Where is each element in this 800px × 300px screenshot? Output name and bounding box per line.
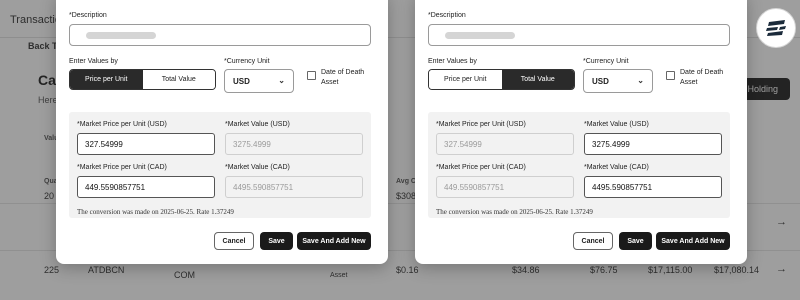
add-holding-modal-price-per-unit: *Description Enter Values by Price per U… [56,0,388,264]
values-panel: *Market Price per Unit (USD) 327.54999 *… [428,112,730,218]
mode-price-per-unit-button[interactable]: Price per Unit [429,70,502,89]
description-label: *Description [428,12,466,19]
description-input[interactable] [428,24,730,46]
cancel-button[interactable]: Cancel [214,232,254,250]
chevron-down-icon: ⌄ [278,76,285,85]
description-label: *Description [69,12,107,19]
mv-cad-label: *Market Value (CAD) [584,164,649,171]
mv-cad-input[interactable]: 4495.590857751 [584,176,722,198]
mpu-usd-label: *Market Price per Unit (USD) [77,121,167,128]
date-of-death-label: Date of Death Asset [321,69,365,86]
mpu-cad-input[interactable]: 449.5590857751 [77,176,215,198]
mpu-usd-label: *Market Price per Unit (USD) [436,121,526,128]
description-input[interactable] [69,24,371,46]
date-of-death-checkbox[interactable] [666,71,675,80]
mv-cad-label: *Market Value (CAD) [225,164,290,171]
save-and-add-new-button[interactable]: Save And Add New [297,232,371,250]
mpu-usd-input: 327.54999 [436,133,574,155]
save-and-add-new-button[interactable]: Save And Add New [656,232,730,250]
mv-usd-input[interactable]: 3275.4999 [584,133,722,155]
enter-values-label: Enter Values by [428,58,477,65]
redacted-text [86,32,156,39]
enter-values-label: Enter Values by [69,58,118,65]
conversion-note: The conversion was made on 2025-06-25. R… [77,208,234,216]
currency-value: USD [233,77,250,86]
mv-usd-label: *Market Value (USD) [584,121,649,128]
chevron-down-icon: ⌄ [637,76,644,85]
date-of-death-checkbox[interactable] [307,71,316,80]
enter-values-toggle: Price per Unit Total Value [69,69,216,90]
save-button[interactable]: Save [619,232,652,250]
mv-usd-label: *Market Value (USD) [225,121,290,128]
enter-values-toggle: Price per Unit Total Value [428,69,575,90]
mode-total-value-button[interactable]: Total Value [142,70,215,89]
currency-label: *Currency Unit [224,58,270,65]
mpu-cad-label: *Market Price per Unit (CAD) [77,164,167,171]
cancel-button[interactable]: Cancel [573,232,613,250]
conversion-note: The conversion was made on 2025-06-25. R… [436,208,593,216]
mode-price-per-unit-button[interactable]: Price per Unit [70,70,143,89]
save-button[interactable]: Save [260,232,293,250]
mpu-usd-input[interactable]: 327.54999 [77,133,215,155]
app-logo-icon[interactable] [756,8,796,48]
values-panel: *Market Price per Unit (USD) 327.54999 *… [69,112,371,218]
redacted-text [445,32,515,39]
currency-label: *Currency Unit [583,58,629,65]
currency-select[interactable]: USD ⌄ [224,69,294,93]
add-holding-modal-total-value: *Description Enter Values by Price per U… [415,0,747,264]
mv-cad-input: 4495.590857751 [225,176,363,198]
mode-total-value-button[interactable]: Total Value [501,70,574,89]
date-of-death-label: Date of Death Asset [680,69,724,86]
mpu-cad-label: *Market Price per Unit (CAD) [436,164,526,171]
mpu-cad-input: 449.5590857751 [436,176,574,198]
currency-value: USD [592,77,609,86]
currency-select[interactable]: USD ⌄ [583,69,653,93]
mv-usd-input: 3275.4999 [225,133,363,155]
